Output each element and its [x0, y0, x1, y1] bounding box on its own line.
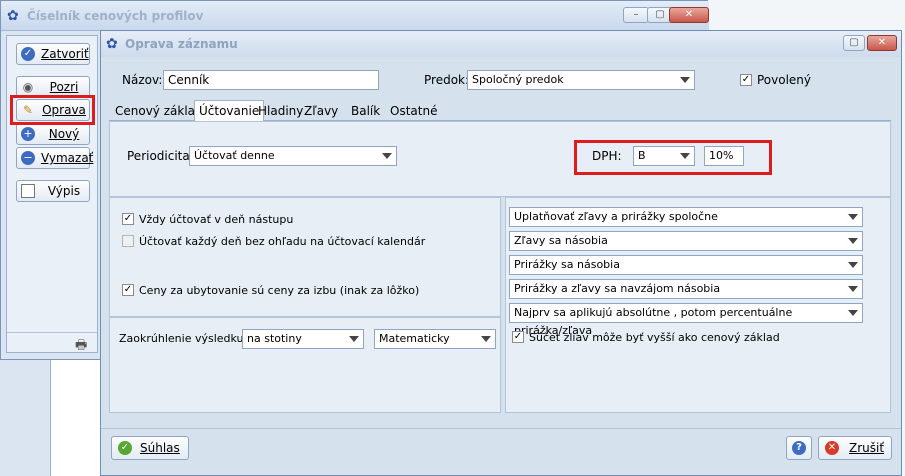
maximize-button[interactable]: ▢	[843, 35, 865, 51]
close-button[interactable]: ✕	[669, 7, 709, 23]
surcharge-multiply-select[interactable]: Prirážky sa násobia	[509, 255, 863, 275]
mutual-multiply-select[interactable]: Prirážky a zľavy sa navzájom násobia	[509, 279, 863, 299]
help-icon: ?	[792, 441, 806, 455]
tab-base-price[interactable]: Cenový základ	[111, 101, 207, 121]
minus-circle-icon: −	[21, 151, 35, 165]
bottom-divider	[101, 428, 901, 429]
help-button[interactable]: ?	[786, 436, 812, 460]
parent-select-value: Spoločný predok	[472, 73, 564, 86]
dialog-title: Oprava záznamu	[125, 37, 238, 51]
charge-every-day-checkbox[interactable]	[122, 235, 134, 247]
sum-exceed-label: Súčet zliav môže byť vyšší ako cenový zá…	[529, 331, 780, 344]
delete-button[interactable]: − Vymazať	[16, 147, 94, 169]
discount-multiply-value: Zľavy sa násobia	[514, 234, 608, 247]
parent-select[interactable]: Spoločný predok	[467, 70, 695, 90]
print-button[interactable]: Výpis	[16, 180, 90, 202]
minimize-button[interactable]: –	[623, 7, 649, 23]
chevron-down-icon	[848, 310, 858, 316]
always-charge-label: Vždy účtovať v deň nástupu	[139, 213, 294, 226]
enabled-label: Povolený	[757, 73, 812, 87]
app-icon: ✿	[106, 36, 118, 52]
rounding-method-select[interactable]: Matematicky	[374, 329, 496, 349]
mutual-multiply-value: Prirážky a zľavy sa navzájom násobia	[514, 282, 721, 295]
name-label: Názov:	[122, 73, 163, 87]
highlight-vat	[574, 140, 772, 175]
sum-exceed-checkbox[interactable]: ✓	[512, 331, 524, 343]
chevron-down-icon	[481, 336, 491, 342]
rounding-select[interactable]: na stotiny	[242, 329, 364, 349]
parent-label: Predok:	[424, 73, 470, 87]
discount-mode-select[interactable]: Uplatňovať zľavy a prirážky spoločne	[509, 207, 863, 227]
agree-button-label: Súhlas	[140, 441, 180, 455]
chevron-down-icon	[848, 286, 858, 292]
sidebar-item-label: Zatvoriť	[41, 47, 89, 61]
document-icon	[21, 184, 35, 198]
sidebar-item-label: Nový	[48, 127, 80, 141]
tab-discounts[interactable]: Zľavy	[300, 101, 342, 121]
sidebar: ✓ Zatvoriť ◉ Pozri ✎ Oprava + Nový − Vym…	[6, 35, 98, 353]
discount-mode-value: Uplatňovať zľavy a prirážky spoločne	[514, 210, 718, 223]
sidebar-item-label: Výpis	[47, 184, 81, 198]
sidebar-item-label: Pozri	[49, 80, 79, 94]
room-price-checkbox[interactable]: ✓	[122, 284, 134, 296]
new-button[interactable]: + Nový	[16, 123, 90, 145]
close-record-button[interactable]: ✓ Zatvoriť	[16, 43, 90, 65]
highlight-edit	[10, 95, 95, 125]
profiles-window-titlebar: ✿ Číselník cenových profilov – ▢ ✕	[1, 1, 709, 31]
divider	[7, 332, 97, 333]
surcharge-multiply-value: Prirážky sa násobia	[514, 258, 620, 271]
discount-multiply-select[interactable]: Zľavy sa násobia	[509, 231, 863, 251]
plus-circle-icon: +	[21, 127, 35, 141]
periodicity-select-value: Účtovať denne	[194, 149, 275, 162]
rounding-method-select-value: Matematicky	[379, 332, 450, 345]
chevron-down-icon	[848, 238, 858, 244]
room-price-label: Ceny za ubytovanie sú ceny za izbu (inak…	[139, 284, 420, 297]
eye-icon: ◉	[22, 80, 34, 94]
rounding-select-value: na stotiny	[247, 332, 302, 345]
cancel-icon: ✕	[825, 441, 839, 455]
periodicity-select[interactable]: Účtovať denne	[189, 146, 397, 166]
chevron-down-icon	[848, 262, 858, 268]
app-icon: ✿	[7, 8, 19, 24]
sidebar-item-label: Vymazať	[41, 151, 94, 165]
check-circle-icon: ✓	[21, 47, 35, 61]
periodicity-label: Periodicita:	[127, 149, 194, 163]
chevron-down-icon	[349, 336, 359, 342]
dialog-titlebar: ✿ Oprava záznamu ▢ ✕	[101, 31, 901, 57]
window-title: Číselník cenových profilov	[27, 9, 204, 23]
list-area	[50, 360, 100, 476]
chevron-down-icon	[382, 153, 392, 159]
tab-other[interactable]: Ostatné	[386, 101, 441, 121]
apply-order-select[interactable]: Najprv sa aplikujú absolútne , potom per…	[509, 303, 863, 337]
chevron-down-icon	[848, 214, 858, 220]
always-charge-checkbox[interactable]: ✓	[122, 213, 134, 225]
background-area-lower	[0, 360, 50, 476]
charge-every-day-label: Účtovať každý deň bez ohľadu na účtovací…	[139, 235, 426, 248]
name-input[interactable]: Cenník	[163, 70, 379, 90]
cancel-button[interactable]: ✕ Zrušiť	[818, 436, 892, 460]
enabled-checkbox[interactable]: ✓	[740, 74, 752, 86]
agree-button[interactable]: ✓ Súhlas	[111, 436, 189, 460]
close-button[interactable]: ✕	[867, 35, 897, 51]
edit-record-dialog: ✿ Oprava záznamu ▢ ✕ Názov: Cenník Predo…	[100, 30, 902, 476]
rounding-label: Zaokrúhlenie výsledku:	[119, 332, 248, 345]
tab-package[interactable]: Balík	[347, 101, 384, 121]
cancel-button-label: Zrušiť	[849, 441, 885, 455]
check-circle-icon: ✓	[118, 441, 132, 455]
chevron-down-icon	[680, 77, 690, 83]
printer-icon[interactable]: 🖶	[75, 336, 87, 358]
